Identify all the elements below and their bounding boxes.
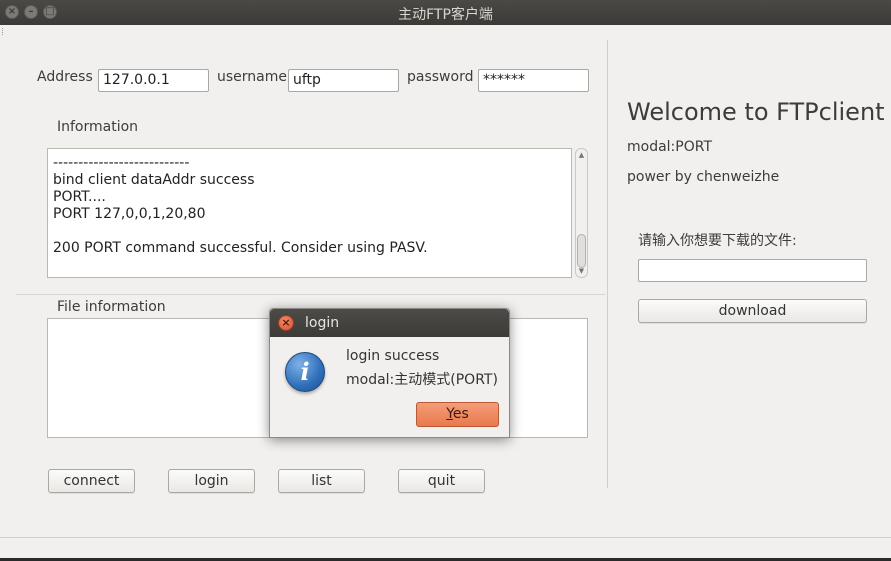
yes-mnemonic: Y (446, 406, 453, 422)
grip-handle (2, 28, 5, 35)
scroll-up-icon[interactable]: ▲ (576, 151, 587, 159)
address-label: Address (37, 69, 93, 85)
username-label: username (217, 69, 287, 85)
download-prompt: 请输入你想要下载的文件: (638, 233, 797, 249)
author-label: power by chenweizhe (627, 169, 780, 185)
quit-button[interactable]: quit (398, 469, 485, 493)
connect-button[interactable]: connect (48, 469, 135, 493)
dialog-message-line2: modal:主动模式(PORT) (346, 372, 498, 388)
username-field[interactable]: uftp (288, 69, 399, 92)
login-button[interactable]: login (168, 469, 255, 493)
yes-label: es (452, 406, 469, 422)
panel-divider (607, 40, 608, 488)
download-button[interactable]: download (638, 299, 867, 323)
password-field[interactable]: ****** (478, 69, 589, 92)
information-scrollbar[interactable]: ▲ ▼ (575, 148, 588, 278)
status-divider (0, 537, 891, 538)
log-line: bind client dataAddr success (53, 172, 255, 188)
file-information-label: File information (57, 299, 166, 315)
log-line: PORT 127,0,0,1,20,80 (53, 206, 206, 222)
close-icon[interactable]: × (278, 315, 294, 331)
password-label: password (407, 69, 474, 85)
window-titlebar: × – □ 主动FTP客户端 (0, 0, 891, 25)
modal-label: modal:PORT (627, 139, 712, 155)
yes-button[interactable]: Yes (416, 402, 499, 427)
dialog-message-line1: login success (346, 348, 440, 364)
information-log[interactable]: --------------------------- bind client … (47, 148, 572, 278)
window-title: 主动FTP客户端 (398, 7, 493, 23)
address-field[interactable]: 127.0.0.1 (98, 69, 209, 92)
section-divider (16, 294, 606, 295)
download-file-input[interactable] (638, 259, 867, 282)
log-line: --------------------------- (53, 155, 190, 171)
login-dialog: × login i login success modal:主动模式(PORT)… (269, 308, 510, 438)
info-icon: i (285, 352, 325, 392)
list-button[interactable]: list (278, 469, 365, 493)
log-line: 200 PORT command successful. Consider us… (53, 240, 428, 256)
log-line: PORT.... (53, 189, 106, 205)
scroll-down-icon[interactable]: ▼ (576, 267, 587, 275)
dialog-title: login (305, 315, 340, 331)
information-label: Information (57, 119, 139, 135)
scroll-thumb[interactable] (577, 234, 586, 268)
welcome-heading: Welcome to FTPclient (627, 98, 885, 126)
dialog-titlebar: × login (270, 309, 509, 337)
